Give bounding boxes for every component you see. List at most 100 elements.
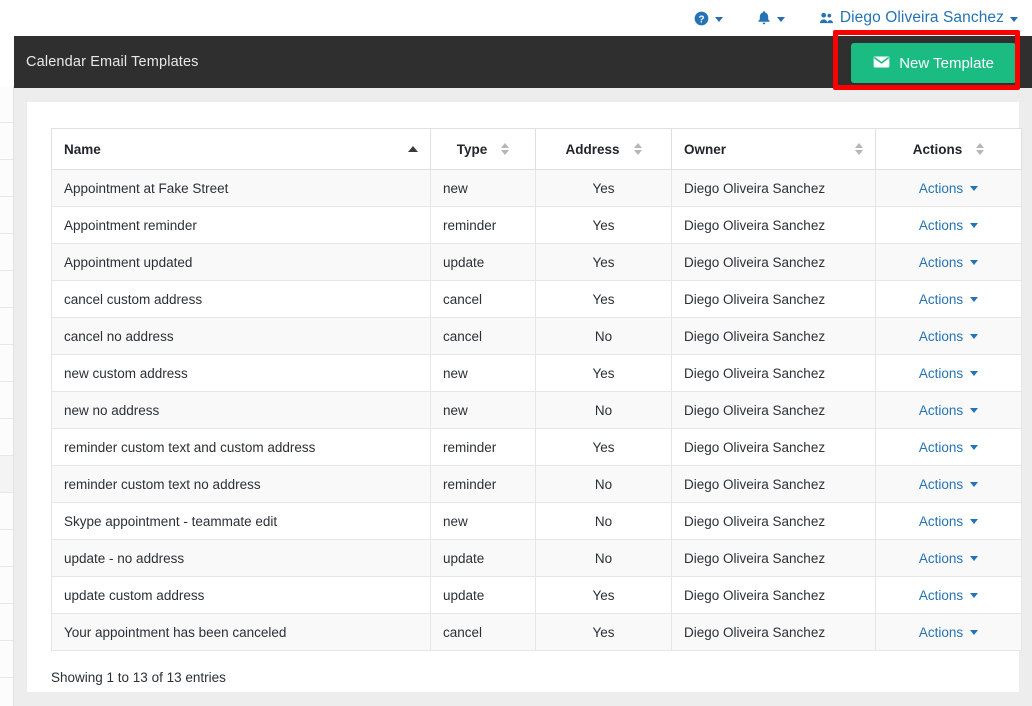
actions-dropdown-link[interactable]: Actions (919, 440, 979, 455)
cell-address: Yes (535, 428, 672, 466)
sidebar-strip-row[interactable] (0, 678, 13, 706)
table-row[interactable]: update custom address update Yes Diego Oliv… (51, 576, 1022, 614)
table-row[interactable]: update - no address update No Diego Oliveir… (51, 539, 1022, 577)
sidebar-strip-row[interactable] (0, 234, 13, 271)
sort-both-icon (855, 143, 863, 155)
cell-address: Yes (535, 613, 672, 651)
sidebar-strip-row[interactable] (0, 345, 13, 382)
cell-type: update (430, 539, 536, 577)
chevron-down-icon (776, 16, 785, 22)
actions-dropdown-link[interactable]: Actions (919, 218, 979, 233)
column-header-name[interactable]: Name (51, 128, 431, 170)
sidebar-strip-row[interactable] (0, 641, 13, 678)
cell-address: Yes (535, 280, 672, 318)
sidebar-strip-row[interactable] (0, 160, 13, 197)
actions-dropdown-link[interactable]: Actions (919, 403, 979, 418)
cell-owner: Diego Oliveira Sanchez (671, 428, 876, 466)
cell-owner: Diego Oliveira Sanchez (671, 539, 876, 577)
table-row[interactable]: new no address new No Diego Oliveira Sanche… (51, 391, 1022, 429)
sidebar-strip-row[interactable] (0, 271, 13, 308)
table-row[interactable]: cancel custom address cancel Yes Diego Oliv… (51, 280, 1022, 318)
cell-owner: Diego Oliveira Sanchez (671, 391, 876, 429)
sidebar-strip-row[interactable] (0, 493, 13, 530)
table-row[interactable]: cancel no address cancel No Diego Oliveira … (51, 317, 1022, 355)
table-row[interactable]: reminder custom text and custom address r… (51, 428, 1022, 466)
actions-label: Actions (918, 365, 964, 381)
table-row[interactable]: reminder custom text no address reminder N… (51, 465, 1022, 503)
table-row[interactable]: Skype appointment - teammate edit new No Di… (51, 502, 1022, 540)
column-label: Actions (912, 141, 963, 157)
help-menu[interactable]: ? (694, 11, 723, 26)
column-header-type[interactable]: Type (430, 128, 536, 170)
column-header-address[interactable]: Address (535, 128, 672, 170)
cell-type: new (430, 391, 536, 429)
sidebar-strip-row[interactable] (0, 604, 13, 641)
sidebar-strip-row[interactable] (0, 86, 13, 123)
column-header-actions[interactable]: Actions (875, 128, 1022, 170)
notifications-menu[interactable] (757, 10, 785, 26)
cell-type: reminder (430, 428, 536, 466)
cell-address: Yes (535, 169, 672, 207)
cell-address: No (535, 502, 672, 540)
cell-address: No (535, 317, 672, 355)
cell-name: update custom address (51, 576, 431, 614)
actions-dropdown-link[interactable]: Actions (918, 587, 979, 603)
cell-owner: Diego Oliveira Sanchez (671, 280, 876, 318)
table-row[interactable]: Appointment updated update Yes Diego Olivei… (51, 243, 1022, 281)
cell-type: new (430, 502, 536, 540)
user-menu[interactable]: Diego Oliveira Sanchez (819, 9, 1018, 27)
actions-dropdown-link[interactable]: Actions (918, 365, 979, 381)
column-header-owner[interactable]: Owner (671, 128, 876, 170)
sidebar-strip-row[interactable] (0, 123, 13, 160)
table-row[interactable]: Appointment reminder reminder Yes Diego Oli… (51, 206, 1022, 244)
actions-dropdown-link[interactable]: Actions (919, 551, 979, 566)
sidebar-strip-row[interactable] (0, 456, 13, 493)
actions-dropdown-link[interactable]: Actions (918, 291, 979, 307)
actions-label: Actions (918, 587, 964, 603)
cell-owner: Diego Oliveira Sanchez (671, 465, 876, 503)
sidebar-strip-row[interactable] (0, 197, 13, 234)
sort-ascending-icon (408, 146, 418, 152)
actions-label: Actions (918, 291, 964, 307)
actions-label: Actions (918, 180, 964, 196)
chevron-down-icon (970, 629, 979, 635)
cell-type: new (430, 354, 536, 392)
cell-type: reminder (430, 465, 536, 503)
sidebar-strip-row[interactable] (0, 382, 13, 419)
cell-address: Yes (535, 206, 672, 244)
cell-type: cancel (430, 280, 536, 318)
templates-table: Name Type Address Owner Actions Appointm… (51, 128, 1022, 651)
table-row[interactable]: new custom address new Yes Diego Oliveira S… (51, 354, 1022, 392)
content-panel: Name Type Address Owner Actions Appointm… (27, 102, 1022, 692)
column-label: Owner (684, 141, 727, 157)
actions-dropdown-link[interactable]: Actions (919, 625, 979, 640)
column-label: Address (565, 141, 620, 157)
sidebar-strip-row[interactable] (0, 419, 13, 456)
actions-dropdown-link[interactable]: Actions (918, 513, 979, 529)
chevron-down-icon (970, 592, 979, 598)
cell-actions: Actions (875, 243, 1022, 281)
cell-name: new no address (51, 391, 431, 429)
actions-label: Actions (918, 476, 964, 492)
cell-actions: Actions (875, 465, 1022, 503)
sidebar-strip-row[interactable] (0, 308, 13, 345)
table-row[interactable]: Appointment at Fake Street new Yes Diego Ol… (51, 169, 1022, 207)
sidebar-strip-row[interactable] (0, 567, 13, 604)
cell-name: Appointment at Fake Street (51, 169, 431, 207)
actions-dropdown-link[interactable]: Actions (918, 180, 979, 196)
cell-name: Your appointment has been canceled (51, 613, 431, 651)
bell-icon (757, 10, 771, 26)
sidebar-strip (0, 86, 14, 706)
actions-dropdown-link[interactable]: Actions (919, 329, 979, 344)
actions-label: Actions (918, 513, 964, 529)
sort-both-icon (501, 143, 510, 155)
actions-dropdown-link[interactable]: Actions (919, 255, 979, 270)
page-wrapper: Calendar Email Templates New Template Na… (14, 30, 1032, 706)
actions-dropdown-link[interactable]: Actions (918, 476, 979, 492)
svg-text:?: ? (698, 14, 704, 25)
new-template-button[interactable]: New Template (851, 43, 1016, 83)
sidebar-strip-row[interactable] (0, 530, 13, 567)
users-icon (819, 11, 834, 25)
cell-name: cancel no address (51, 317, 431, 355)
table-row[interactable]: Your appointment has been canceled cancel… (51, 613, 1022, 651)
